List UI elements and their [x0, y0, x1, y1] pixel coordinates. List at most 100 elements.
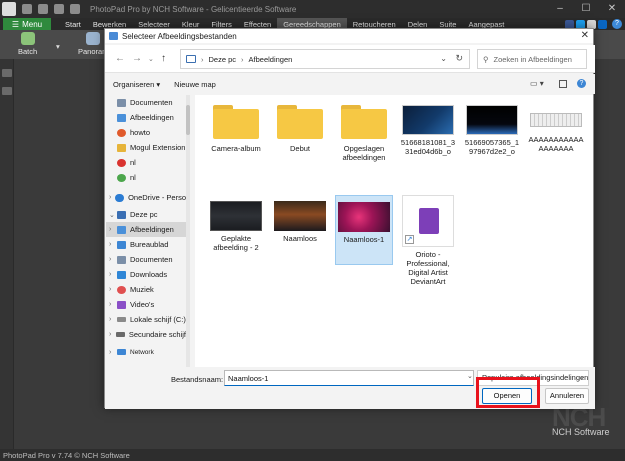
expand-chevron-icon[interactable]: › — [109, 349, 117, 356]
forward-arrow-icon[interactable]: → — [132, 53, 142, 64]
expand-chevron-icon[interactable]: › — [109, 226, 117, 233]
nav-item-howto[interactable]: howto — [106, 125, 186, 140]
preview-pane-icon[interactable] — [559, 80, 567, 88]
nav-item-lokale-schijf[interactable]: › Lokale schijf (C:) — [106, 312, 186, 327]
nav-item-afbeeldingen[interactable]: › Afbeeldingen — [106, 222, 186, 237]
nav-item-network[interactable]: › Network — [106, 347, 186, 357]
view-options-icon[interactable]: ▭ ▾ — [530, 79, 544, 88]
undo-icon[interactable] — [38, 4, 48, 14]
breadcrumb-separator-icon: › — [201, 54, 204, 64]
expand-chevron-icon[interactable]: › — [109, 286, 117, 293]
nav-item-label: Afbeeldingen — [130, 113, 174, 122]
address-bar[interactable]: › Deze pc › Afbeeldingen ⌄ ↻ — [180, 49, 470, 69]
file-item-label: 51669057365_197967d2e2_o — [464, 138, 520, 156]
nl-icon — [117, 173, 126, 182]
nav-item-videos[interactable]: › Video's — [106, 297, 186, 312]
nav-item-nl[interactable]: nl — [106, 155, 186, 170]
nav-item-downloads[interactable]: › Downloads — [106, 267, 186, 282]
linkedin-icon[interactable] — [598, 20, 607, 29]
expand-chevron-icon[interactable]: › — [109, 316, 117, 323]
organize-button[interactable]: Organiseren ▾ — [113, 80, 160, 89]
folder-icon — [341, 105, 387, 139]
help-icon[interactable]: ? — [612, 19, 622, 29]
nav-item-afbeeldingen-pinned[interactable]: Afbeeldingen — [106, 110, 186, 125]
tool-icon[interactable] — [2, 87, 12, 95]
file-item-selected[interactable]: Naamloos-1 — [335, 195, 393, 265]
tool-icon[interactable] — [2, 69, 12, 77]
breadcrumb-afbeeldingen[interactable]: Afbeeldingen — [249, 55, 293, 64]
nav-item-documenten-pinned[interactable]: Documenten — [106, 95, 186, 110]
nav-item-deze-pc[interactable]: ⌄ Deze pc — [106, 207, 186, 222]
batch-dropdown-icon[interactable]: ▾ — [56, 42, 60, 51]
app-title: PhotoPad Pro by NCH Software - Gelicenti… — [90, 4, 297, 14]
nav-item-documenten[interactable]: › Documenten — [106, 252, 186, 267]
tab-start[interactable]: Start — [59, 18, 87, 30]
command-bar: Organiseren ▾ Nieuwe map ▭ ▾ ? — [105, 74, 595, 94]
refresh-icon[interactable]: ↻ — [455, 53, 463, 64]
back-arrow-icon[interactable]: ← — [115, 53, 125, 64]
nav-item-mogul-extension[interactable]: Mogul Extension — [106, 140, 186, 155]
expand-chevron-icon[interactable]: › — [109, 241, 117, 248]
expand-chevron-icon[interactable]: › — [109, 331, 116, 338]
download-icon — [117, 270, 126, 279]
redo-icon[interactable] — [54, 4, 64, 14]
batch-icon — [20, 32, 35, 45]
filename-dropdown-icon[interactable]: ⌄ — [467, 372, 473, 380]
file-item-image[interactable]: 51668181081_331ed04d6b_o — [399, 101, 457, 156]
new-folder-button[interactable]: Nieuwe map — [174, 80, 216, 89]
expand-chevron-icon[interactable]: › — [109, 301, 117, 308]
cancel-button[interactable]: Annuleren — [545, 388, 589, 404]
help-circle-icon[interactable]: ? — [577, 79, 586, 88]
nav-item-label: Network — [130, 348, 154, 356]
nav-item-secundaire-schijf[interactable]: › Secundaire schijf — [106, 327, 186, 342]
shortcut-arrow-icon: ↗ — [405, 235, 414, 244]
expand-chevron-icon[interactable]: › — [109, 271, 117, 278]
file-item-image[interactable]: 51669057365_197967d2e2_o — [463, 101, 521, 156]
file-item-image[interactable]: Geplakte afbeelding - 2 — [207, 195, 265, 252]
status-text: PhotoPad Pro v 7.74 © NCH Software — [3, 450, 130, 460]
search-input[interactable]: ⚲ Zoeken in Afbeeldingen — [477, 49, 587, 69]
this-pc-icon — [117, 210, 126, 219]
filename-input[interactable] — [224, 370, 474, 386]
file-item-opgeslagen-afbeeldingen[interactable]: Opgeslagen afbeeldingen — [335, 101, 393, 162]
file-item-image[interactable]: Naamloos — [271, 195, 329, 243]
status-bar: PhotoPad Pro v 7.74 © NCH Software — [0, 449, 625, 461]
quick-access-icon[interactable] — [70, 4, 80, 14]
nav-item-label: Secundaire schijf — [128, 330, 186, 339]
file-item-label: 51668181081_331ed04d6b_o — [400, 138, 456, 156]
up-arrow-icon[interactable]: ↑ — [161, 53, 166, 64]
music-icon — [117, 285, 126, 294]
nav-item-label: Afbeeldingen — [130, 225, 174, 234]
nav-item-label: Documenten — [130, 98, 173, 107]
maximize-button[interactable]: ☐ — [573, 0, 599, 18]
file-item-shortcut[interactable]: ↗ Orioto - Professional, Digital Artist … — [399, 195, 457, 286]
nav-item-bureaublad[interactable]: › Bureaublad — [106, 237, 186, 252]
nav-item-nl[interactable]: nl — [106, 170, 186, 185]
nl-icon — [117, 158, 126, 167]
navigation-scrollbar[interactable] — [186, 95, 190, 367]
file-item-debut[interactable]: Debut — [271, 101, 329, 153]
breadcrumb-deze-pc[interactable]: Deze pc — [209, 55, 237, 64]
breadcrumb-separator-icon: › — [241, 54, 244, 64]
firefox-icon — [419, 208, 439, 234]
address-dropdown-icon[interactable]: ⌄ — [440, 54, 447, 63]
minimize-button[interactable]: – — [547, 0, 573, 18]
save-icon[interactable] — [22, 4, 32, 14]
shortcut-thumbnail: ↗ — [402, 195, 454, 247]
file-item-image[interactable]: AAAAAAAAAAAAAAAAAA — [527, 101, 585, 153]
file-item-label: Orioto - Professional, Digital Artist De… — [406, 250, 450, 286]
recent-locations-chevron-icon[interactable]: ⌄ — [148, 55, 154, 63]
dialog-close-icon[interactable]: ✕ — [581, 30, 589, 41]
collapse-chevron-icon[interactable]: ⌄ — [109, 211, 117, 219]
file-item-camera-album[interactable]: Camera-album — [207, 101, 265, 153]
menu-button-label: Menu — [22, 19, 43, 29]
image-thumbnail — [210, 201, 262, 231]
nav-item-muziek[interactable]: › Muziek — [106, 282, 186, 297]
menu-button[interactable]: ☰ Menu — [3, 18, 51, 30]
batch-button[interactable]: Batch — [18, 32, 37, 56]
close-app-button[interactable]: ✕ — [599, 0, 625, 18]
batch-label: Batch — [18, 47, 38, 56]
expand-chevron-icon[interactable]: › — [109, 256, 117, 263]
image-thumbnail — [274, 201, 326, 231]
nav-item-onedrive[interactable]: › OneDrive - Perso — [106, 190, 186, 205]
